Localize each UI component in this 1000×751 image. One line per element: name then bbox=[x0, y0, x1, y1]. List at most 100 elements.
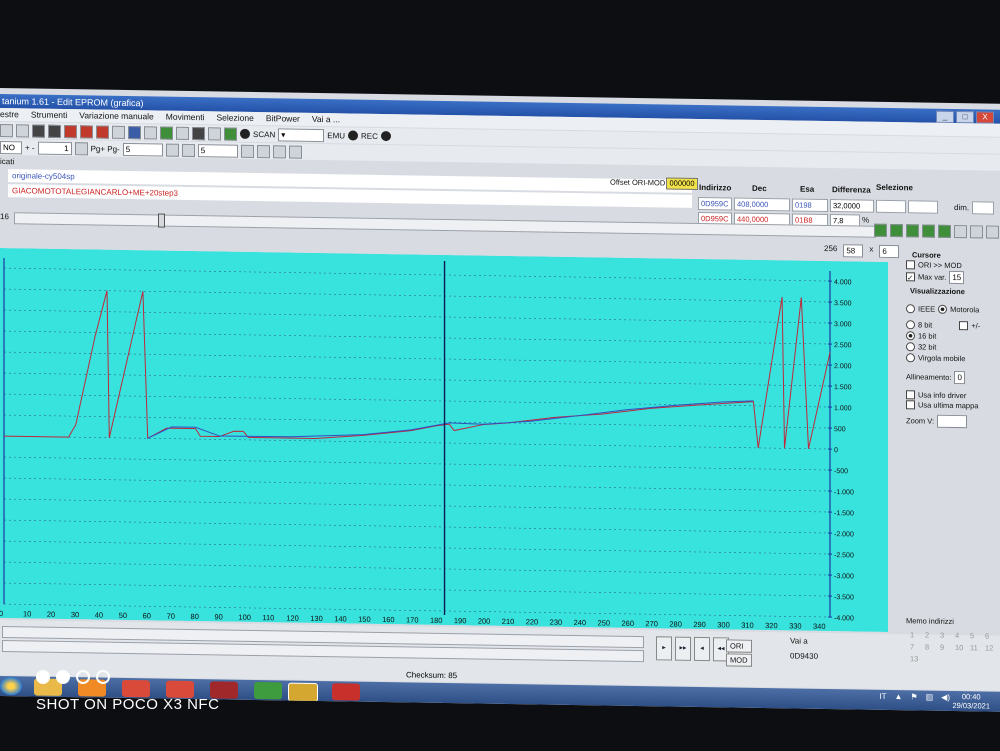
bit16-option[interactable]: 16 bit bbox=[906, 331, 936, 341]
memo-slot[interactable]: 3 bbox=[940, 631, 952, 640]
sum-icon[interactable] bbox=[144, 125, 157, 139]
winrar-taskbar-icon[interactable] bbox=[288, 682, 318, 702]
vai-a-value[interactable]: 0D9430 bbox=[790, 651, 818, 660]
memo-slot[interactable]: 4 bbox=[955, 631, 967, 640]
percent-down-icon[interactable] bbox=[922, 224, 935, 238]
menu-item-vai-a[interactable]: Vai a ... bbox=[312, 113, 340, 126]
bit16-radio[interactable] bbox=[906, 331, 915, 341]
pg-field[interactable]: 5 bbox=[122, 142, 163, 157]
maximize-button[interactable]: □ bbox=[956, 111, 974, 124]
map-graph[interactable]: 4.0003.5003.0002.5002.0001.5001.0005000-… bbox=[0, 248, 888, 632]
field3[interactable]: 5 bbox=[197, 143, 238, 158]
minimize-button[interactable]: _ bbox=[936, 110, 954, 123]
memo-slot[interactable]: 13 bbox=[910, 654, 922, 663]
last-icon[interactable]: ▸▸ bbox=[675, 636, 691, 661]
usa-ultima-option[interactable]: Usa ultima mappa bbox=[906, 400, 978, 410]
position-slider-thumb[interactable] bbox=[158, 213, 165, 228]
hex-icon[interactable] bbox=[272, 144, 286, 158]
max-var-field[interactable]: 15 bbox=[949, 270, 965, 285]
clock[interactable]: 00:40 29/03/2021 bbox=[952, 692, 990, 710]
mod-button[interactable]: MOD bbox=[726, 653, 752, 667]
copy-icon[interactable] bbox=[954, 224, 967, 239]
offset-value[interactable]: 000000 bbox=[666, 177, 698, 190]
usa-info-checkbox[interactable] bbox=[906, 390, 915, 400]
ecu-taskbar-icon[interactable] bbox=[332, 683, 360, 701]
paste-icon[interactable] bbox=[970, 225, 983, 239]
print-icon[interactable] bbox=[96, 125, 109, 139]
prev-icon[interactable]: ◂ bbox=[694, 636, 710, 662]
menu-item-selezione[interactable]: Selezione bbox=[217, 111, 254, 125]
zoom-c[interactable]: 6 bbox=[879, 244, 900, 259]
memo-slot[interactable]: 6 bbox=[985, 631, 997, 640]
start-button-icon[interactable] bbox=[0, 677, 22, 696]
allineamento-field[interactable]: 0 bbox=[954, 370, 965, 385]
checksum-icon[interactable] bbox=[64, 124, 77, 138]
app-taskbar-icon[interactable] bbox=[254, 681, 282, 700]
grid-icon[interactable] bbox=[181, 143, 195, 157]
mode-field[interactable]: NO bbox=[0, 140, 22, 154]
bit32-option[interactable]: 32 bit bbox=[906, 342, 936, 352]
undo-icon[interactable] bbox=[986, 225, 999, 239]
down-icon[interactable] bbox=[890, 223, 903, 238]
next-icon[interactable]: ▸ bbox=[656, 636, 672, 661]
memo-slot[interactable]: 1 bbox=[910, 630, 922, 639]
settings-icon[interactable] bbox=[112, 125, 125, 139]
percent-up-icon[interactable] bbox=[906, 224, 919, 238]
map-icon[interactable] bbox=[160, 126, 173, 140]
view-icon[interactable] bbox=[288, 145, 302, 159]
network-icon[interactable]: ▥ bbox=[926, 693, 934, 702]
selezione-end[interactable] bbox=[908, 200, 938, 214]
virgola-option[interactable]: Virgola mobile bbox=[906, 353, 965, 363]
menu-item-file[interactable]: estre bbox=[0, 108, 19, 121]
ori-button[interactable]: ORI bbox=[726, 639, 752, 653]
pg-spinner-icon[interactable] bbox=[165, 143, 179, 157]
open-icon[interactable] bbox=[16, 123, 29, 137]
ori-mod-option[interactable]: ORI >> MOD bbox=[906, 260, 962, 270]
plusminus-checkbox[interactable] bbox=[959, 321, 969, 331]
max-var-checkbox[interactable]: ✓ bbox=[906, 272, 915, 282]
language-indicator[interactable]: IT bbox=[879, 692, 886, 701]
zoom-b[interactable]: 58 bbox=[843, 244, 864, 258]
motorola-radio[interactable] bbox=[938, 304, 948, 314]
bit32-radio[interactable] bbox=[906, 342, 915, 352]
emu-dot-icon[interactable] bbox=[348, 130, 359, 141]
memo-slot[interactable]: 8 bbox=[925, 643, 937, 652]
compare-icon[interactable] bbox=[80, 124, 93, 138]
search-icon[interactable] bbox=[176, 126, 189, 140]
menu-item-variazione[interactable]: Variazione manuale bbox=[79, 109, 154, 123]
rec-dot-icon[interactable] bbox=[380, 130, 391, 142]
table-icon[interactable] bbox=[256, 144, 270, 158]
memo-slot[interactable]: 9 bbox=[940, 643, 952, 652]
calc-icon[interactable] bbox=[128, 125, 141, 139]
dim-field[interactable] bbox=[972, 201, 994, 215]
bit8-option[interactable]: 8 bit +/- bbox=[906, 320, 980, 330]
set-value-icon[interactable] bbox=[938, 224, 951, 238]
flash-icon[interactable] bbox=[224, 127, 237, 141]
close-button[interactable]: X bbox=[976, 111, 994, 124]
max-var-option[interactable]: ✓ Max var. 15 bbox=[906, 270, 965, 285]
memo-slot[interactable]: 2 bbox=[925, 631, 937, 640]
menu-item-movimenti[interactable]: Movimenti bbox=[166, 111, 205, 125]
up-icon[interactable] bbox=[874, 223, 887, 237]
monitor-icon[interactable] bbox=[192, 126, 205, 140]
menu-item-strumenti[interactable]: Strumenti bbox=[31, 108, 67, 122]
menu-item-bitpower[interactable]: BitPower bbox=[266, 112, 300, 126]
volume-icon[interactable]: ◀) bbox=[941, 693, 950, 702]
chrome-taskbar-icon[interactable] bbox=[122, 679, 150, 698]
memo-slot[interactable]: 7 bbox=[910, 642, 922, 651]
save-icon[interactable] bbox=[32, 124, 45, 138]
new-icon[interactable] bbox=[0, 123, 13, 137]
usa-info-option[interactable]: Usa info driver bbox=[906, 390, 966, 400]
tray-arrow-icon[interactable]: ▲ bbox=[895, 692, 903, 701]
step-spinner-icon[interactable] bbox=[74, 141, 88, 155]
ieee-option[interactable]: IEEE Motorola bbox=[906, 304, 979, 314]
lock-icon[interactable] bbox=[208, 126, 221, 140]
spinner3-icon[interactable] bbox=[240, 144, 254, 158]
selezione-start[interactable] bbox=[876, 199, 906, 214]
memo-slot[interactable]: 5 bbox=[970, 631, 982, 640]
memo-slot[interactable]: 10 bbox=[955, 643, 967, 652]
scan-select[interactable]: ▾ bbox=[278, 127, 325, 142]
memo-slot[interactable]: 11 bbox=[970, 643, 982, 652]
record-dot-icon[interactable] bbox=[240, 128, 250, 139]
zoom-v-slider[interactable] bbox=[937, 414, 968, 429]
